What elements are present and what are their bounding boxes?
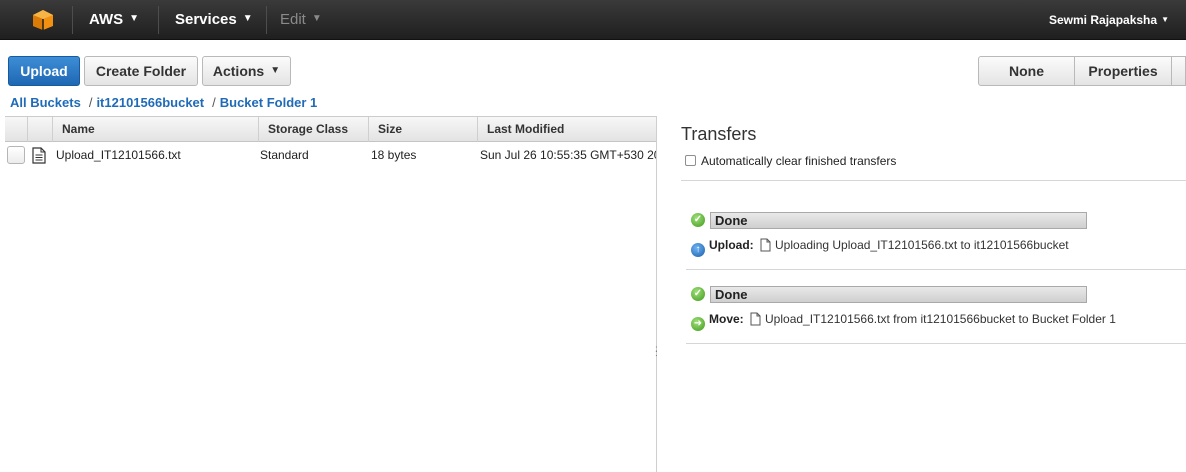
create-folder-button[interactable]: Create Folder <box>84 56 198 86</box>
column-last-modified[interactable]: Last Modified <box>478 117 656 142</box>
transfer-description: Uploading Upload_IT12101566.txt to it121… <box>775 238 1069 252</box>
upload-arrow-icon: ↑ <box>691 243 705 257</box>
actions-button-label: Actions <box>212 63 265 79</box>
transfers-title: Transfers <box>681 124 757 144</box>
column-storage-class[interactable]: Storage Class <box>259 117 369 142</box>
breadcrumb: All Buckets / it12101566bucket / Bucket Fold… <box>10 95 317 110</box>
transfer-action: Move: <box>709 312 744 326</box>
nav-separator <box>158 6 159 34</box>
aws-cube-logo-icon[interactable] <box>32 9 54 31</box>
services-menu-label: Services <box>175 11 237 28</box>
file-size: 18 bytes <box>371 148 417 162</box>
auto-clear-checkbox[interactable] <box>685 155 696 166</box>
transfers-toggle-button[interactable] <box>1172 56 1186 86</box>
nav-separator <box>72 6 73 34</box>
transfer-action: Upload: <box>709 238 754 252</box>
breadcrumb-separator: / <box>212 95 216 110</box>
aws-menu-label: AWS <box>89 11 124 28</box>
nav-separator <box>266 6 267 34</box>
edit-menu[interactable]: Edit ▼ <box>280 0 322 40</box>
last-modified: Sun Jul 26 10:55:35 GMT+530 2015 <box>480 148 656 162</box>
aws-menu[interactable]: AWS ▼ <box>89 0 139 40</box>
file-icon <box>760 238 771 252</box>
section-divider <box>686 343 1186 344</box>
auto-clear-label: Automatically clear finished transfers <box>701 154 897 168</box>
move-arrow-icon: ➜ <box>691 317 705 331</box>
breadcrumb-separator: / <box>88 95 93 110</box>
file-icon <box>750 312 761 326</box>
column-size[interactable]: Size <box>369 117 478 142</box>
transfer-progress-bar: Done <box>710 212 1087 229</box>
select-all-column <box>5 117 28 142</box>
chevron-down-icon: ▼ <box>1161 14 1169 24</box>
table-row[interactable]: Upload_IT12101566.txt Standard 18 bytes … <box>5 143 656 168</box>
row-checkbox[interactable] <box>7 146 25 164</box>
column-name[interactable]: Name <box>53 117 259 142</box>
transfer-description: Upload_IT12101566.txt from it12101566buc… <box>765 312 1116 326</box>
actions-button[interactable]: Actions ▼ <box>202 56 291 86</box>
chevron-down-icon: ▼ <box>311 13 322 25</box>
breadcrumb-bucket[interactable]: it12101566bucket <box>96 95 204 110</box>
resize-grip-icon[interactable]: :: <box>655 345 658 360</box>
transfer-detail: ➜ Move: Upload_IT12101566.txt from it1210… <box>691 312 1116 331</box>
check-circle-icon: ✓ <box>691 287 705 301</box>
upload-button[interactable]: Upload <box>8 56 80 86</box>
user-menu[interactable]: Sewmi Rajapaksha ▼ <box>1049 0 1169 40</box>
transfer-progress-bar: Done <box>710 286 1087 303</box>
services-menu[interactable]: Services ▼ <box>175 0 253 40</box>
type-column <box>28 117 53 142</box>
text-file-icon <box>32 147 46 164</box>
top-nav-bar: AWS ▼ Services ▼ Edit ▼ Sewmi Rajapaksha ▼ <box>0 0 1186 40</box>
chevron-down-icon: ▼ <box>242 13 253 25</box>
table-header: Name Storage Class Size Last Modified <box>5 116 656 142</box>
properties-button[interactable]: Properties <box>1075 56 1172 86</box>
check-circle-icon: ✓ <box>691 213 705 227</box>
section-divider <box>686 269 1186 270</box>
section-divider <box>681 180 1186 181</box>
edit-menu-label: Edit <box>280 11 306 28</box>
file-name[interactable]: Upload_IT12101566.txt <box>56 143 256 168</box>
panel-divider[interactable] <box>656 116 657 472</box>
chevron-down-icon: ▼ <box>129 13 140 25</box>
auto-clear-option[interactable]: Automatically clear finished transfers <box>685 154 896 168</box>
user-name: Sewmi Rajapaksha <box>1049 13 1158 27</box>
none-button[interactable]: None <box>978 56 1075 86</box>
chevron-down-icon: ▼ <box>270 65 281 77</box>
breadcrumb-folder[interactable]: Bucket Folder 1 <box>220 95 318 110</box>
storage-class: Standard <box>260 148 309 162</box>
transfer-detail: ↑ Upload: Uploading Upload_IT12101566.txt… <box>691 238 1069 257</box>
breadcrumb-all-buckets[interactable]: All Buckets <box>10 95 81 110</box>
